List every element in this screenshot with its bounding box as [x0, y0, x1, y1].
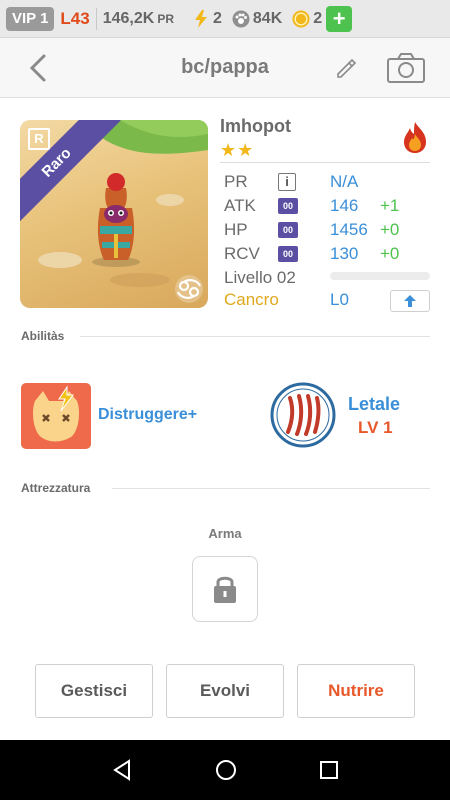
ability-name-lethal[interactable]: Letale [348, 394, 400, 415]
lightning-icon [192, 9, 210, 28]
stat-row-atk: ATK 00 146 +1 [224, 194, 399, 218]
stat-label: PR [224, 172, 248, 191]
stat-label: RCV [224, 244, 260, 263]
weapon-slot[interactable] [192, 556, 258, 622]
stat-value: 130 [330, 244, 359, 263]
creature-portrait[interactable]: Raro R [20, 120, 208, 308]
zodiac-level: L0 [330, 290, 349, 309]
stats-divider [220, 162, 430, 163]
stat-label: HP [224, 220, 248, 239]
creature-sprite [92, 173, 140, 267]
add-currency-button[interactable]: + [326, 5, 353, 32]
equipment-section-label: Attrezzatura [21, 481, 91, 495]
vip-badge[interactable]: VIP 1 [6, 6, 55, 31]
nav-recents-icon[interactable] [319, 760, 339, 780]
star-rating: ★★ [220, 140, 255, 160]
stat-value: N/A [330, 172, 359, 191]
xp-progress-bar [330, 272, 430, 280]
player-level: L43 [60, 8, 90, 28]
status-divider [95, 7, 97, 30]
system-nav-bar [0, 740, 450, 800]
coin-value: 2 [313, 9, 323, 27]
lightning-cat-icon[interactable] [21, 383, 91, 449]
zodiac-sign: Cancro [224, 290, 279, 309]
stat-label: ATK [224, 196, 256, 215]
energy-stat[interactable]: 2 [192, 9, 222, 28]
coin-stat[interactable]: 2 [292, 10, 322, 28]
feed-button[interactable]: Nutrire [297, 664, 415, 718]
creature-name: Imhopot [220, 116, 291, 136]
level-row: Livello 02 [224, 266, 296, 290]
energy-value: 2 [212, 9, 222, 27]
cancer-zodiac-icon [175, 275, 203, 303]
page-header: bc/pappa [0, 38, 450, 98]
ability-level: LV 1 [358, 418, 393, 437]
edit-pencil-icon[interactable] [334, 56, 358, 80]
page-title: bc/pappa [181, 56, 269, 78]
evolve-button[interactable]: Evolvi [166, 664, 284, 718]
ability-name-destroy[interactable]: Distruggere+ [98, 406, 197, 424]
upgrade-sign-button[interactable] [390, 290, 430, 312]
status-bar: VIP 1 L43 146,2K PR 2 84K 2 + [0, 0, 450, 38]
abilities-section-label: Abilitàs [21, 329, 65, 343]
coin-icon [292, 9, 310, 28]
paw-icon [232, 10, 250, 28]
arrow-up-icon [404, 295, 416, 307]
equipment-divider [112, 488, 430, 489]
level-label: Livello 02 [224, 268, 296, 287]
stat-bonus: +0 [380, 244, 400, 263]
stat-row-pr: PR i N/A [224, 170, 358, 194]
stat-badge: 00 [278, 222, 298, 238]
info-icon[interactable]: i [278, 173, 296, 191]
fire-icon [404, 122, 426, 153]
stat-badge: 00 [278, 198, 298, 214]
stat-row-rcv: RCV 00 130 +0 [224, 242, 399, 266]
nav-back-icon[interactable] [111, 759, 133, 781]
paw-value: 84K [252, 9, 283, 27]
weapon-slot-label: Arma [208, 526, 242, 541]
power-rating-unit: PR [157, 11, 174, 26]
stat-bonus: +0 [380, 220, 400, 239]
stat-row-hp: HP 00 1456 +0 [224, 218, 399, 242]
paw-stat[interactable]: 84K [232, 10, 282, 28]
stat-value: 146 [330, 196, 359, 215]
claw-marks-icon[interactable] [270, 382, 336, 448]
stat-bonus: +1 [380, 196, 400, 215]
power-rating-value: 146,2K [102, 9, 155, 27]
manage-button[interactable]: Gestisci [35, 664, 153, 718]
stat-badge: 00 [278, 246, 298, 262]
abilities-divider [80, 336, 430, 337]
camera-icon[interactable] [386, 52, 426, 84]
stat-value: 1456 [330, 220, 368, 239]
nav-home-icon[interactable] [215, 759, 237, 781]
lock-icon [214, 576, 236, 603]
rarity-badge: R [28, 128, 50, 150]
